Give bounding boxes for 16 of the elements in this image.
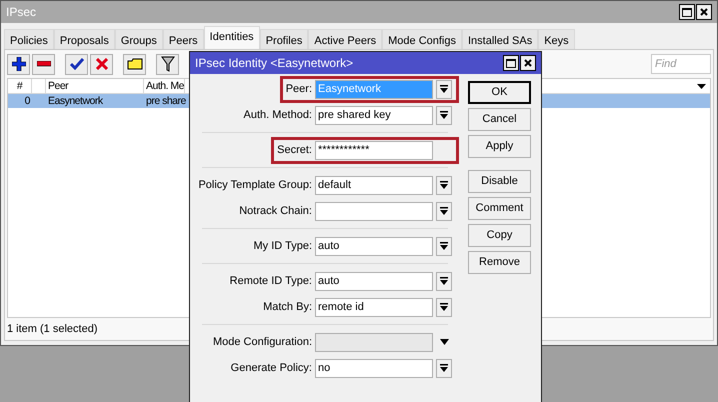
- field-label: Peer:: [286, 82, 312, 97]
- field-label: Generate Policy:: [230, 360, 312, 376]
- table-cell: Easynetwork: [48, 95, 103, 107]
- status-text: 1 item (1 selected): [7, 322, 98, 337]
- field-label: Mode Configuration:: [212, 334, 312, 350]
- table-cell: 0: [24, 95, 30, 107]
- field-label: Notrack Chain:: [239, 204, 312, 219]
- field-label: Remote ID Type:: [230, 274, 312, 289]
- field-label: My ID Type:: [254, 238, 312, 254]
- dialog-title: IPsec Identity <Easynetwork>: [195, 55, 354, 72]
- field-label: Policy Template Group:: [198, 178, 312, 193]
- field-label: Match By:: [263, 300, 312, 315]
- table-cell: pre share: [146, 95, 186, 107]
- window-title: IPsec: [6, 4, 36, 21]
- field-label: Secret:: [277, 142, 312, 158]
- field-label: Auth. Method:: [244, 108, 312, 123]
